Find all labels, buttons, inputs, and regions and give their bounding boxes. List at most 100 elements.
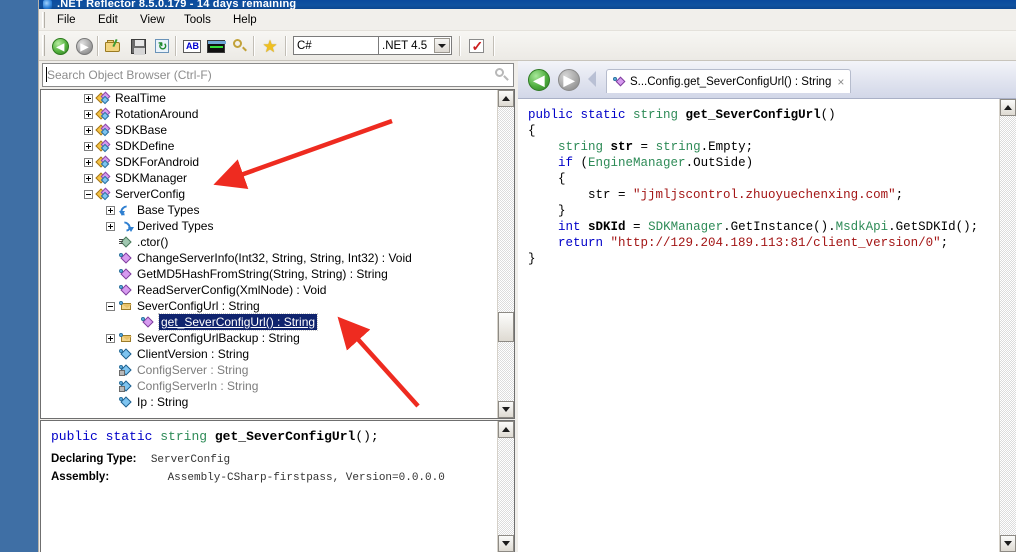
property-icon bbox=[119, 300, 133, 313]
declaring-type-label: Declaring Type: bbox=[51, 453, 136, 465]
triangle-up-icon bbox=[502, 427, 510, 432]
tree-row[interactable]: SDKDefine bbox=[41, 138, 497, 154]
code-line: str = "jjmljscontrol.zhuoyuechenxing.com… bbox=[528, 187, 999, 203]
tree-item-label[interactable]: SeverConfigUrl : String bbox=[137, 298, 260, 314]
tree-row[interactable]: ChangeServerInfo(Int32, String, String, … bbox=[41, 250, 497, 266]
menu-item-tools[interactable]: Tools bbox=[178, 12, 217, 28]
expand-icon[interactable] bbox=[106, 334, 115, 343]
tree-item-label[interactable]: ConfigServerIn : String bbox=[137, 378, 258, 394]
tree-row[interactable]: SDKForAndroid bbox=[41, 154, 497, 170]
tree-item-label[interactable]: ClientVersion : String bbox=[137, 346, 249, 362]
tree-row[interactable]: .ctor() bbox=[41, 234, 497, 250]
scroll-thumb[interactable] bbox=[498, 312, 514, 342]
toolbar: ◀ ▶ bbox=[39, 31, 1016, 61]
tree-row[interactable]: SeverConfigUrlBackup : String bbox=[41, 330, 497, 346]
code-line: if (EngineManager.OutSide) bbox=[528, 155, 999, 171]
tree-row[interactable]: SeverConfigUrl : String bbox=[41, 298, 497, 314]
tree-row[interactable]: ConfigServerIn : String bbox=[41, 378, 497, 394]
check-button[interactable]: ✓ bbox=[465, 35, 487, 57]
search-button[interactable] bbox=[229, 35, 251, 57]
tree-item-label[interactable]: SDKDefine bbox=[115, 138, 174, 154]
history-arrow-icon[interactable] bbox=[588, 71, 596, 87]
expand-icon[interactable] bbox=[84, 142, 93, 151]
expand-icon[interactable] bbox=[84, 94, 93, 103]
scroll-up-button[interactable] bbox=[498, 421, 514, 438]
code-forward-button[interactable]: ▶ bbox=[558, 69, 580, 91]
menu-item-file[interactable]: File bbox=[51, 12, 82, 28]
scroll-down-button[interactable] bbox=[498, 401, 514, 418]
scroll-down-button[interactable] bbox=[1000, 535, 1016, 552]
collapse-icon[interactable] bbox=[106, 302, 115, 311]
tree-row[interactable]: RealTime bbox=[41, 90, 497, 106]
refresh-button[interactable]: ↻ bbox=[151, 35, 173, 57]
code-token: { bbox=[528, 172, 566, 186]
tree-item-label[interactable]: ReadServerConfig(XmlNode) : Void bbox=[137, 282, 326, 298]
desktop-background bbox=[0, 0, 38, 552]
expand-icon[interactable] bbox=[84, 158, 93, 167]
search-input[interactable]: Search Object Browser (Ctrl-F) bbox=[42, 63, 514, 87]
tree-item-label[interactable]: Ip : String bbox=[137, 394, 188, 410]
chevron-down-icon[interactable] bbox=[434, 38, 450, 53]
tree-row[interactable]: ConfigServer : String bbox=[41, 362, 497, 378]
tree-item-label[interactable]: GetMD5HashFromString(String, String) : S… bbox=[137, 266, 388, 282]
info-scrollbar-vertical[interactable] bbox=[497, 421, 514, 552]
tree-item-label[interactable]: RealTime bbox=[115, 90, 166, 106]
tree-item-label[interactable]: ChangeServerInfo(Int32, String, String, … bbox=[137, 250, 412, 266]
tree-item-label[interactable]: SeverConfigUrlBackup : String bbox=[137, 330, 300, 346]
tree-row[interactable]: SDKBase bbox=[41, 122, 497, 138]
tree-item-label[interactable]: Base Types bbox=[137, 202, 199, 218]
code-token: .GetSDKId(); bbox=[888, 220, 978, 234]
scroll-up-button[interactable] bbox=[498, 90, 514, 107]
tree-row[interactable]: ReadServerConfig(XmlNode) : Void bbox=[41, 282, 497, 298]
star-icon: ★ bbox=[262, 38, 277, 55]
tree-row[interactable]: Ip : String bbox=[41, 394, 497, 410]
tree-item-label[interactable]: .ctor() bbox=[137, 234, 168, 250]
menu-item-edit[interactable]: Edit bbox=[92, 12, 124, 28]
menu-item-view[interactable]: View bbox=[134, 12, 171, 28]
tree-row[interactable]: RotationAround bbox=[41, 106, 497, 122]
code-line: { bbox=[528, 123, 999, 139]
save-button[interactable] bbox=[127, 35, 149, 57]
menu-item-help[interactable]: Help bbox=[227, 12, 263, 28]
tree-item-label-selected[interactable]: get_SeverConfigUrl() : String bbox=[159, 314, 317, 330]
tree-item-label[interactable]: RotationAround bbox=[115, 106, 198, 122]
tree-row[interactable]: SDKManager bbox=[41, 170, 497, 186]
expand-icon[interactable] bbox=[106, 222, 115, 231]
close-icon[interactable]: × bbox=[837, 75, 844, 89]
expand-icon[interactable] bbox=[106, 206, 115, 215]
tree-item-label[interactable]: ConfigServer : String bbox=[137, 362, 248, 378]
tree-row[interactable]: Base Types bbox=[41, 202, 497, 218]
magnifier-icon[interactable] bbox=[494, 67, 510, 83]
tree-row[interactable]: Derived Types bbox=[41, 218, 497, 234]
bookmark-button[interactable]: ★ bbox=[259, 35, 281, 57]
object-browser-tree[interactable]: RealTimeRotationAroundSDKBaseSDKDefineSD… bbox=[40, 89, 515, 419]
tree-row[interactable]: ClientVersion : String bbox=[41, 346, 497, 362]
code-tab[interactable]: S...Config.get_SeverConfigUrl() : String… bbox=[606, 69, 851, 93]
tree-item-label[interactable]: ServerConfig bbox=[115, 186, 185, 202]
analyze-button[interactable]: AB bbox=[181, 35, 203, 57]
expand-icon[interactable] bbox=[84, 174, 93, 183]
forward-button[interactable]: ▶ bbox=[73, 35, 95, 57]
tree-row[interactable]: GetMD5HashFromString(String, String) : S… bbox=[41, 266, 497, 282]
open-button[interactable] bbox=[103, 35, 125, 57]
code-back-button[interactable]: ◀ bbox=[528, 69, 550, 91]
tree-item-label[interactable]: SDKManager bbox=[115, 170, 187, 186]
toolbar-separator-3 bbox=[253, 36, 255, 56]
tree-item-label[interactable]: SDKBase bbox=[115, 122, 167, 138]
code-token: if bbox=[558, 156, 581, 170]
tree-row[interactable]: get_SeverConfigUrl() : String bbox=[41, 314, 497, 330]
scroll-down-button[interactable] bbox=[498, 535, 514, 552]
disassemble-button[interactable] bbox=[205, 35, 227, 57]
collapse-icon[interactable] bbox=[84, 190, 93, 199]
code-scrollbar-vertical[interactable] bbox=[999, 99, 1016, 552]
tree-row[interactable]: ServerConfig bbox=[41, 186, 497, 202]
tree-item-label[interactable]: Derived Types bbox=[137, 218, 213, 234]
framework-select[interactable]: .NET 4.5 bbox=[378, 36, 452, 55]
tree-item-label[interactable]: SDKForAndroid bbox=[115, 154, 199, 170]
back-button[interactable]: ◀ bbox=[49, 35, 71, 57]
expand-icon[interactable] bbox=[84, 126, 93, 135]
expand-icon[interactable] bbox=[84, 110, 93, 119]
tree-scrollbar-vertical[interactable] bbox=[497, 90, 514, 418]
class-icon bbox=[97, 92, 111, 105]
scroll-up-button[interactable] bbox=[1000, 99, 1016, 116]
